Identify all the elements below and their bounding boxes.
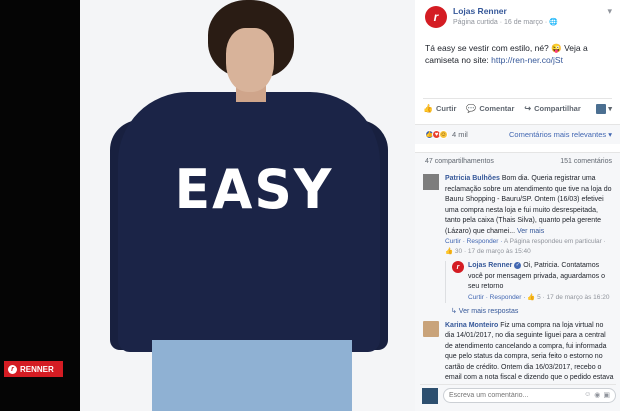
post-meta: Página curtida · 16 de março · 🌐 [453,18,558,26]
like-count-icon: 👍 [445,248,454,255]
photo-stage: EASY r RENNER [0,0,415,411]
verified-badge-icon: ✓ [514,261,522,269]
more-replies-link[interactable]: ↳ Ver mais respostas [451,307,614,315]
comment-list: Patricia Bulhões Bom dia. Queria registr… [415,170,620,411]
page-avatar[interactable]: r [425,6,447,28]
renner-logo-icon: r [8,364,17,374]
comment-actions[interactable]: Curtir · Responder · [445,238,504,245]
commenter-avatar[interactable] [423,174,439,190]
share-icon: ↪ [524,104,532,113]
comment-item: Karina Monteiro Fiz uma compra na loja v… [423,320,614,395]
like-button[interactable]: 👍 Curtir [423,104,456,113]
comment-item: Patricia Bulhões Bom dia. Queria registr… [423,174,614,257]
comment-text: Bom dia. Queria registrar uma reclamação… [445,175,612,235]
page-name-link[interactable]: Lojas Renner [453,6,558,16]
reply-time[interactable]: · 17 de março às 16:20 [541,294,610,301]
shirt-text: EASY [174,158,334,222]
reply-meta: Curtir · Responder · 👍 5 · 17 de março à… [468,293,614,303]
post-link[interactable]: http://ren-ner.co/jSt [491,55,563,65]
comment-count[interactable]: 151 comentários [560,158,612,165]
globe-icon: 🌐 [549,19,558,26]
gif-icon[interactable]: ▣ [603,391,610,399]
comment-button[interactable]: 💬 Comentar [466,104,514,113]
thumbs-up-icon: 👍 [423,104,433,113]
renner-watermark: r RENNER [4,361,63,377]
reply-actions[interactable]: Curtir · Responder · [468,294,527,301]
post-side-panel: r Lojas Renner Página curtida · 16 de ma… [415,0,620,411]
comment-icon: 💬 [466,104,477,113]
commenter-avatar[interactable] [423,320,439,337]
reaction-count[interactable]: 4 mil [452,130,468,139]
commenter-name[interactable]: Karina Monteiro [445,322,498,329]
like-label: Curtir [435,104,457,113]
composer-tools: ☺ ◉ ▣ [584,391,610,399]
share-count[interactable]: 47 compartilhamentos [425,158,494,165]
acting-as-selector[interactable]: ▾ [596,103,612,114]
like-count-icon: 👍 [527,293,536,301]
photo-jeans [152,340,352,411]
post-actions: 👍 Curtir 💬 Comentar ↪ Compartilhar ▾ [423,98,612,118]
reply-author[interactable]: Lojas Renner [468,262,512,269]
renner-watermark-text: RENNER [20,364,54,374]
post-meta-text: Página curtida · 16 de março · [453,19,550,26]
photo-sweater [118,92,380,352]
see-more-link[interactable]: Ver mais [517,228,544,235]
reply-avatar[interactable]: r [452,261,464,273]
chevron-down-icon: ▾ [608,104,612,113]
comment-composer: ☺ ◉ ▣ [420,384,616,406]
comment-label: Comentar [479,104,515,113]
share-button[interactable]: ↪ Compartilhar [524,104,580,113]
reactions-bar: 👍 ♥ ☺ 4 mil Comentários mais relevantes … [415,124,620,144]
comment-text: Fiz uma compra na loja virtual no dia 14… [445,321,614,392]
post-photo[interactable]: EASY [80,0,415,411]
photo-face [226,28,274,92]
camera-icon[interactable]: ◉ [594,391,600,399]
emoji-icon[interactable]: ☺ [584,391,591,399]
comment-time[interactable]: · 17 de março às 15:40 [462,248,531,255]
share-label: Compartilhar [534,104,581,113]
reply-item: r Lojas Renner ✓ Oi, Patricia. Contatamo… [445,261,614,303]
comment-sort-dropdown[interactable]: Comentários mais relevantes ▾ [509,130,612,139]
post-text: Tá easy se vestir com estilo, né? 😜 Veja… [415,34,620,92]
post-options-icon[interactable]: ▾ [607,6,612,17]
comment-meta: Curtir · Responder · A Página respondeu … [445,237,614,257]
share-comment-counts: 47 compartilhamentos 151 comentários [415,152,620,170]
post-header: r Lojas Renner Página curtida · 16 de ma… [415,0,620,34]
haha-reaction-icon: ☺ [439,130,448,139]
reaction-icons[interactable]: 👍 ♥ ☺ [425,130,448,139]
page-replied-note: A Página respondeu em particular · [503,238,606,245]
my-avatar [422,387,438,404]
commenter-name[interactable]: Patricia Bulhões [445,175,500,182]
acting-as-avatar [596,103,607,114]
